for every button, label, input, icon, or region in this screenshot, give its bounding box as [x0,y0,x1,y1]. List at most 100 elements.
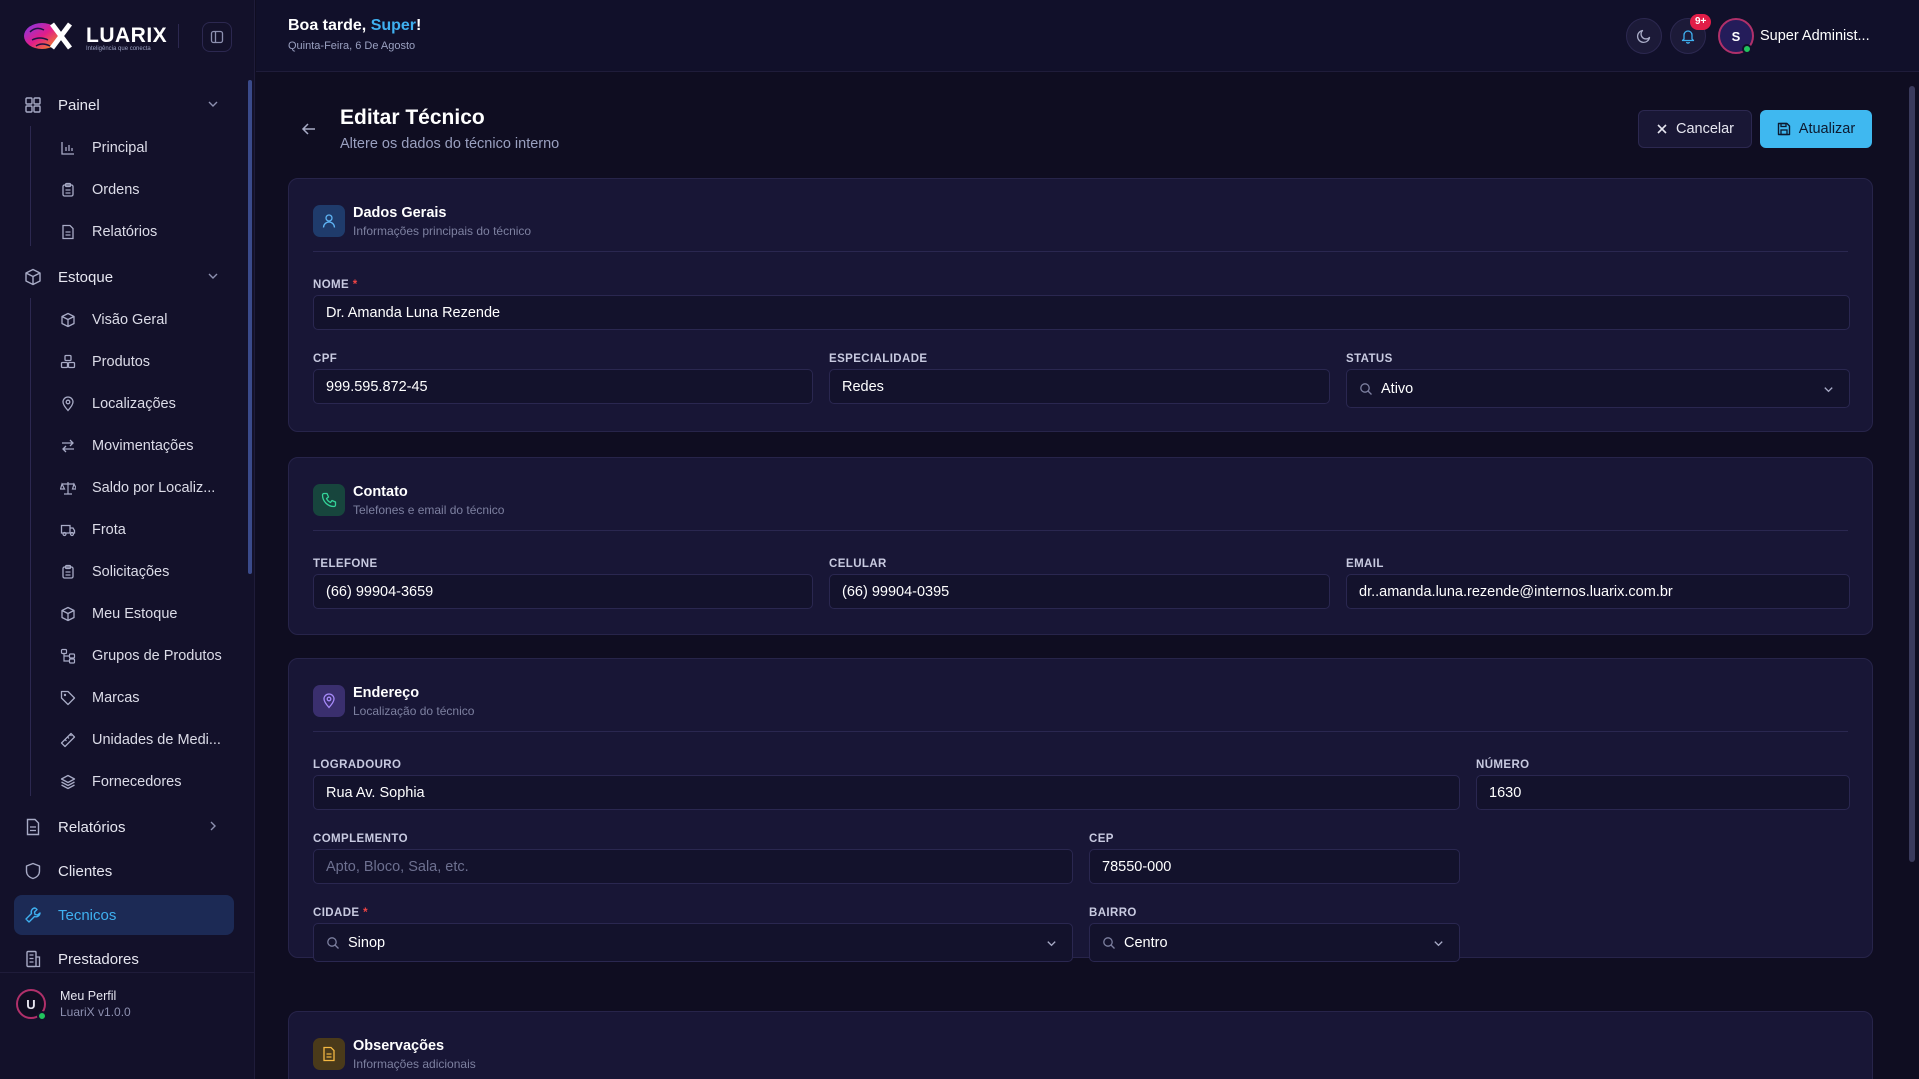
email-label: EMAIL [1346,558,1384,570]
document-icon [62,224,74,240]
sidebar-item-label: Unidades de Medi... [92,732,221,748]
chevron-right-icon [210,821,216,831]
card-divider [313,530,1848,531]
bairro-select[interactable]: Centro [1089,923,1460,962]
bairro-value: Centro [1124,934,1168,951]
online-status-dot [37,1011,47,1021]
cep-input[interactable]: 78550-000 [1089,849,1460,884]
clipboard-icon [62,182,74,197]
luarix-logo[interactable]: LUARIX Inteligência que conecta [22,18,167,54]
search-icon [1103,936,1115,949]
cpf-input[interactable]: 999.595.872-45 [313,369,813,404]
sidebar-group-label: Relatórios [58,818,126,836]
chevron-down-icon [208,273,218,279]
sidebar-item-unidades-medida[interactable]: Unidades de Medi... [52,724,242,756]
sidebar-item-visao-geral[interactable]: Visão Geral [52,304,242,336]
email-input[interactable]: dr..amanda.luna.rezende@internos.luarix.… [1346,574,1850,609]
status-label: STATUS [1346,353,1393,365]
sidebar-item-tecnicos[interactable]: Tecnicos [14,895,234,935]
update-button[interactable]: Atualizar [1760,110,1872,148]
sidebar-item-grupos-produtos[interactable]: Grupos de Produtos [52,640,242,672]
sidebar-item-solicitacoes[interactable]: Solicitações [52,556,242,588]
box-icon [61,312,75,328]
required-mark: * [352,279,358,291]
cidade-value: Sinop [348,934,386,951]
save-icon [1777,122,1790,136]
nome-input[interactable]: Dr. Amanda Luna Rezende [313,295,1850,330]
sidebar-item-saldo-localizacao[interactable]: Saldo por Localiz... [52,472,242,504]
card-title: Observações [353,1038,445,1054]
profile-link[interactable]: U Meu Perfil LuariX v1.0.0 [0,972,255,1032]
brand-tagline: Inteligência que conecta [86,46,151,52]
cidade-select[interactable]: Sinop [313,923,1073,962]
card-endereco: Endereço Localização do técnico LOGRADOU… [288,658,1873,962]
search-icon [1360,382,1372,395]
avatar-initial: U [26,996,36,1012]
back-button[interactable] [296,116,322,142]
sidebar-group-estoque[interactable]: Estoque [14,260,234,294]
celular-value: (66) 99904-0395 [842,583,950,600]
sidebar: LUARIX Inteligência que conecta Painel P… [0,0,255,1079]
sidebar-item-label: Produtos [92,354,151,370]
telefone-input[interactable]: (66) 99904-3659 [313,574,813,609]
card-title: Dados Gerais [353,205,447,221]
sidebar-item-label: Movimentações [92,438,194,454]
cidade-label: CIDADE * [313,907,368,919]
logradouro-input[interactable]: Rua Av. Sophia [313,775,1460,810]
main-content: Editar Técnico Altere os dados do técnic… [256,72,1906,1079]
chevron-down-icon [1047,941,1056,947]
shield-icon [25,862,41,880]
collapse-sidebar-button[interactable] [202,22,232,52]
celular-input[interactable]: (66) 99904-0395 [829,574,1330,609]
especialidade-input[interactable]: Redes [829,369,1330,404]
bairro-label: BAIRRO [1089,907,1137,919]
greeting-name: Super [370,17,417,34]
user-icon [322,214,336,228]
card-divider [313,251,1848,252]
sidebar-item-label: Principal [92,140,148,156]
page-scrollbar-thumb[interactable] [1909,86,1915,862]
sidebar-group-painel[interactable]: Painel [14,88,234,122]
sidebar-item-ordens[interactable]: Ordens [52,174,242,206]
app-version: LuariX v1.0.0 [60,1005,131,1019]
sidebar-item-fornecedores[interactable]: Fornecedores [52,766,242,798]
sidebar-item-label: Frota [92,522,126,538]
profile-name: Meu Perfil [60,989,117,1003]
sidebar-item-produtos[interactable]: Produtos [52,346,242,378]
cancel-label: Cancelar [1675,121,1735,137]
sidebar-item-localizacoes[interactable]: Localizações [52,388,242,420]
sidebar-item-clientes[interactable]: Clientes [14,854,234,888]
sidebar-item-prestadores[interactable]: Prestadores [14,942,234,976]
sidebar-item-relatorios[interactable]: Relatórios [14,810,234,844]
current-date: Quinta-Feira, 6 De Agosto [288,40,416,52]
greeting-suffix: ! [416,17,422,34]
cancel-button[interactable]: Cancelar [1638,110,1752,148]
sidebar-scrollbar[interactable] [248,80,252,574]
arrows-icon [62,439,74,453]
sidebar-item-meu-estoque[interactable]: Meu Estoque [52,598,242,630]
sidebar-group-label: Estoque [58,268,114,286]
cpf-label: CPF [313,353,338,365]
complemento-input[interactable]: Apto, Bloco, Sala, etc. [313,849,1073,884]
dashboard-icon [25,97,41,113]
box-icon [25,268,41,286]
network-icon [60,648,76,664]
card-divider [313,731,1848,732]
sidebar-item-label: Saldo por Localiz... [92,480,216,496]
numero-label: NÚMERO [1476,759,1530,771]
sidebar-item-principal[interactable]: Principal [52,132,242,164]
page-title: Editar Técnico [340,106,485,129]
arrow-left-icon [301,123,315,135]
numero-input[interactable]: 1630 [1476,775,1850,810]
user-menu[interactable]: Super Administ... [1760,28,1870,44]
logradouro-label: LOGRADOURO [313,759,402,771]
sidebar-item-movimentacoes[interactable]: Movimentações [52,430,242,462]
sidebar-item-frota[interactable]: Frota [52,514,242,546]
sidebar-item-marcas[interactable]: Marcas [52,682,242,714]
status-value: Ativo [1381,380,1414,397]
status-select[interactable]: Ativo [1346,369,1850,408]
greeting-prefix: Boa tarde, [288,17,371,34]
sidebar-item-relatorios-painel[interactable]: Relatórios [52,216,242,248]
theme-toggle-button[interactable] [1626,18,1662,54]
telefone-label: TELEFONE [313,558,378,570]
